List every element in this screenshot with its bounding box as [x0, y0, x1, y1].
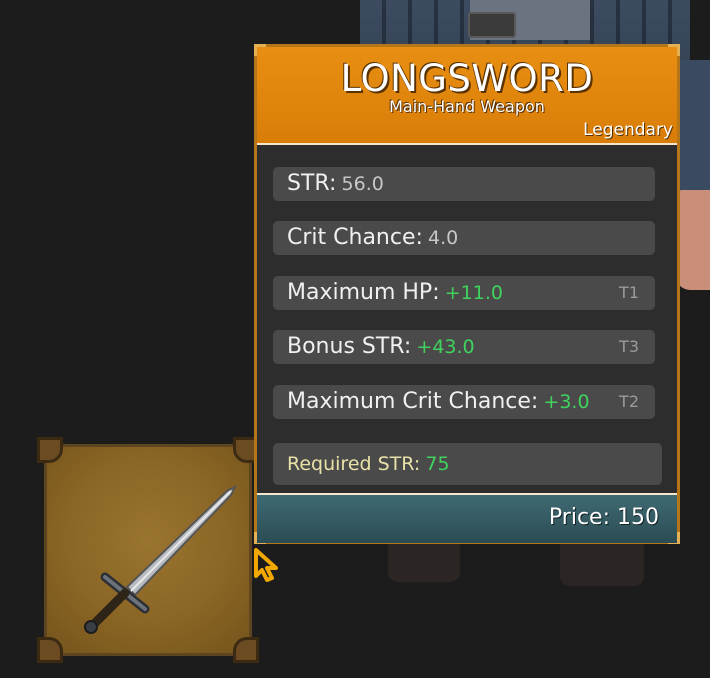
item-name: LONGSWORD	[340, 57, 594, 100]
requirement-name: Required STR:	[287, 453, 421, 475]
stat-name: Maximum Crit Chance:	[287, 389, 539, 414]
stat-value: 56.0	[341, 173, 384, 195]
stat-value: +3.0	[543, 391, 590, 413]
stat-tier: T3	[619, 337, 639, 356]
stat-name: Crit Chance:	[287, 225, 423, 250]
stat-name: STR:	[287, 171, 337, 196]
stat-row: Maximum Crit Chance: +3.0 T2	[273, 385, 655, 419]
inventory-slot[interactable]	[37, 437, 259, 663]
stat-row: STR: 56.0	[273, 167, 655, 201]
character-left-boot	[388, 540, 460, 582]
tooltip-header: LONGSWORD Main-Hand Weapon Legendary	[257, 47, 677, 145]
stat-row: Crit Chance: 4.0	[273, 221, 655, 255]
stat-value: 4.0	[428, 227, 459, 249]
requirement-value: 75	[425, 453, 450, 475]
item-price: Price: 150	[548, 505, 659, 530]
slot-corner-ornament	[37, 437, 63, 463]
item-tooltip: LONGSWORD Main-Hand Weapon Legendary STR…	[254, 44, 680, 544]
slot-corner-ornament	[233, 637, 259, 663]
stat-name: Bonus STR:	[287, 334, 412, 359]
stat-tier: T2	[619, 392, 639, 411]
belt-buckle	[468, 12, 516, 38]
stat-value: +43.0	[416, 336, 475, 358]
longsword-icon	[84, 484, 238, 634]
stat-row: Bonus STR: +43.0 T3	[273, 330, 655, 364]
slot-corner-ornament	[37, 637, 63, 663]
stat-value: +11.0	[444, 282, 503, 304]
pointer-cursor-icon	[254, 548, 278, 582]
stat-name: Maximum HP:	[287, 280, 440, 305]
tooltip-footer: Price: 150	[257, 493, 677, 543]
character-sleeve	[676, 60, 710, 200]
item-rarity: Legendary	[583, 120, 673, 140]
character-right-boot	[560, 540, 644, 586]
item-type: Main-Hand Weapon	[389, 97, 545, 116]
stat-tier: T1	[619, 283, 639, 302]
requirement-row: Required STR: 75	[273, 443, 662, 485]
character-hand	[676, 190, 710, 290]
stat-row: Maximum HP: +11.0 T1	[273, 276, 655, 310]
